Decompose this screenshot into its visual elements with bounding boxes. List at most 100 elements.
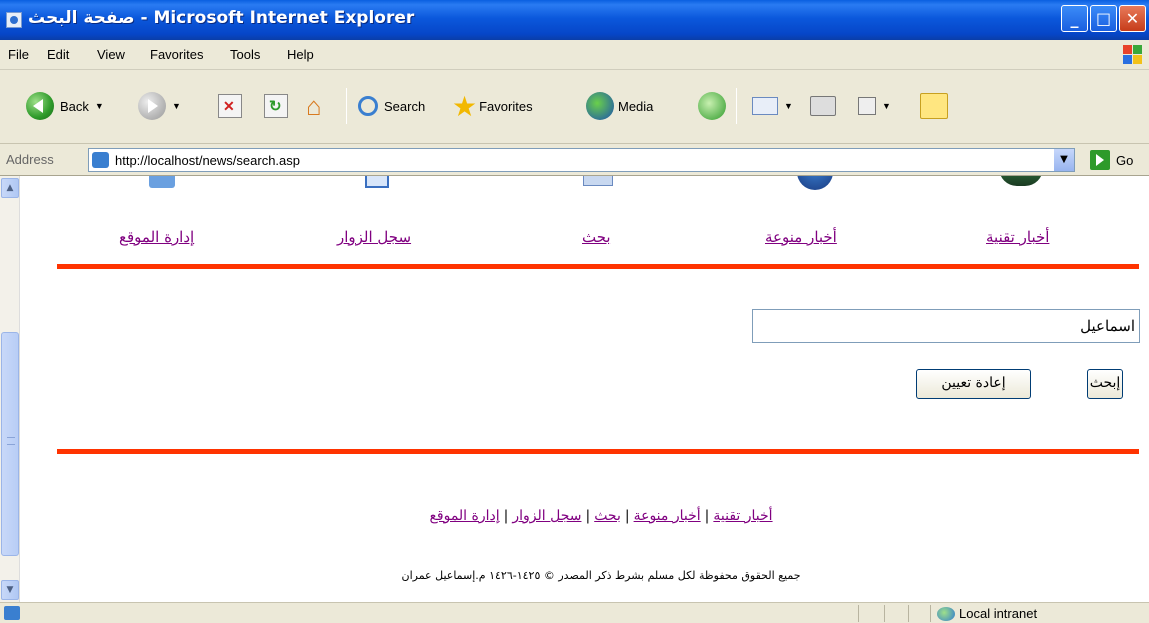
forward-button[interactable]: ▼ xyxy=(138,90,181,122)
ie-page-icon xyxy=(92,152,109,168)
favorites-label: Favorites xyxy=(479,98,533,114)
minimize-button[interactable]: _ xyxy=(1061,5,1088,32)
footer-separator: | xyxy=(624,508,630,524)
misc-news-icon[interactable] xyxy=(795,176,835,196)
address-label: Address xyxy=(6,152,54,167)
go-button[interactable]: Go xyxy=(1090,150,1133,170)
stop-icon: ✕ xyxy=(218,94,242,118)
zone-label: Local intranet xyxy=(959,606,1038,621)
address-url[interactable]: http://localhost/news/search.asp xyxy=(115,153,300,168)
note-icon xyxy=(920,93,948,119)
maximize-button[interactable]: □ xyxy=(1090,5,1117,32)
history-icon xyxy=(698,92,726,120)
home-icon: ⌂ xyxy=(306,90,322,121)
menu-favorites[interactable]: Favorites xyxy=(150,47,203,62)
nav-search[interactable]: بحث xyxy=(582,228,611,246)
search-button[interactable]: Search xyxy=(358,90,425,122)
stop-button[interactable]: ✕ xyxy=(218,90,242,122)
search-label: Search xyxy=(384,98,426,114)
back-label: Back xyxy=(60,98,89,114)
footer-nav: أخبار تقنية|أخبار منوعة|بحث|سجل الزوار|إ… xyxy=(361,508,841,524)
scroll-up-button[interactable]: ▲ xyxy=(1,178,19,198)
favorites-star-icon: ★ xyxy=(452,90,478,122)
back-button[interactable]: Back ▼ xyxy=(26,90,104,122)
status-divider xyxy=(858,605,859,622)
search-icon xyxy=(358,96,378,116)
footer-link-misc-news[interactable]: أخبار منوعة xyxy=(634,508,701,524)
refresh-button[interactable]: ↻ xyxy=(264,90,288,122)
mail-icon xyxy=(752,97,778,115)
close-button[interactable]: ✕ xyxy=(1119,5,1146,32)
page-status-icon xyxy=(4,606,20,620)
footer-separator: | xyxy=(503,508,509,524)
status-divider xyxy=(884,605,885,622)
footer-separator: | xyxy=(585,508,591,524)
scroll-down-button[interactable]: ▼ xyxy=(1,580,19,600)
menu-help[interactable]: Help xyxy=(287,47,314,62)
print-icon xyxy=(810,96,836,116)
nav-misc-news[interactable]: أخبار منوعة xyxy=(765,228,837,246)
discuss-button[interactable] xyxy=(920,90,948,122)
forward-arrow-icon xyxy=(138,92,166,120)
menu-file[interactable]: File xyxy=(8,47,29,62)
vertical-scrollbar[interactable]: ▲ ▼ xyxy=(0,176,20,602)
toolbar: Back ▼ ▼ ✕ ↻ ⌂ Search ★ Favorites Media … xyxy=(0,70,1149,144)
nav-guestbook[interactable]: سجل الزوار xyxy=(337,228,411,246)
go-label: Go xyxy=(1116,152,1134,168)
reset-button[interactable]: إعادة تعيين xyxy=(916,369,1031,399)
menu-tools[interactable]: Tools xyxy=(230,47,260,62)
footer-link-guestbook[interactable]: سجل الزوار xyxy=(512,508,581,524)
nav-site-admin[interactable]: إدارة الموقع xyxy=(119,228,194,246)
security-zone[interactable]: Local intranet xyxy=(930,605,1037,622)
print-button[interactable] xyxy=(810,90,836,122)
favorites-button[interactable]: ★ Favorites xyxy=(452,90,533,122)
address-input[interactable]: http://localhost/news/search.asp ▼ xyxy=(88,148,1075,172)
search-input[interactable] xyxy=(752,309,1140,343)
forward-dropdown-icon[interactable]: ▼ xyxy=(172,101,181,111)
intranet-globe-icon xyxy=(937,606,955,621)
menu-view[interactable]: View xyxy=(97,47,125,62)
site-admin-icon[interactable] xyxy=(143,176,183,196)
search-submit-button[interactable]: إبحث xyxy=(1087,369,1123,399)
home-button[interactable]: ⌂ xyxy=(306,90,322,122)
media-button[interactable]: Media xyxy=(586,90,653,122)
nav-tech-news[interactable]: أخبار تقنية xyxy=(986,228,1049,246)
tech-news-icon[interactable] xyxy=(999,176,1043,196)
menu-edit[interactable]: Edit xyxy=(47,47,69,62)
address-bar: Address http://localhost/news/search.asp… xyxy=(0,144,1149,176)
address-dropdown-icon[interactable]: ▼ xyxy=(1054,149,1074,171)
back-arrow-icon xyxy=(26,92,54,120)
status-divider xyxy=(908,605,909,622)
media-label: Media xyxy=(618,98,654,114)
window-title: صفحة البحث - Microsoft Internet Explorer xyxy=(28,8,415,28)
scroll-thumb[interactable] xyxy=(1,332,19,556)
footer-separator: | xyxy=(704,508,710,524)
footer-link-site-admin[interactable]: إدارة الموقع xyxy=(429,508,499,524)
menu-bar: File Edit View Favorites Tools Help xyxy=(0,40,1149,70)
page-content: أخبار تقنية أخبار منوعة بحث سجل الزوار إ… xyxy=(21,176,1149,602)
history-button[interactable] xyxy=(698,90,726,122)
media-icon xyxy=(586,92,614,120)
mail-button[interactable]: ▼ xyxy=(752,90,793,122)
edit-icon xyxy=(858,97,876,115)
toolbar-separator xyxy=(346,88,347,124)
search-page-icon[interactable] xyxy=(581,176,621,196)
title-bar: صفحة البحث - Microsoft Internet Explorer… xyxy=(0,0,1149,40)
back-dropdown-icon[interactable]: ▼ xyxy=(95,101,104,111)
top-divider xyxy=(57,264,1139,269)
edit-dropdown-icon[interactable]: ▼ xyxy=(882,101,891,111)
ie-page-icon xyxy=(6,12,22,28)
go-arrow-icon xyxy=(1090,150,1110,170)
mail-dropdown-icon[interactable]: ▼ xyxy=(784,101,793,111)
copyright-notice: جميع الحقوق محفوظة لكل مسلم بشرط ذكر الم… xyxy=(401,569,801,582)
refresh-icon: ↻ xyxy=(264,94,288,118)
edit-button[interactable]: ▼ xyxy=(858,90,891,122)
bottom-divider xyxy=(57,449,1139,454)
windows-logo-icon xyxy=(1123,45,1143,65)
guestbook-icon[interactable] xyxy=(361,176,401,196)
status-bar: Local intranet xyxy=(0,602,1149,623)
scroll-grip-icon xyxy=(7,437,15,445)
footer-link-search[interactable]: بحث xyxy=(594,508,621,524)
toolbar-separator xyxy=(736,88,737,124)
footer-link-tech-news[interactable]: أخبار تقنية xyxy=(713,508,772,524)
